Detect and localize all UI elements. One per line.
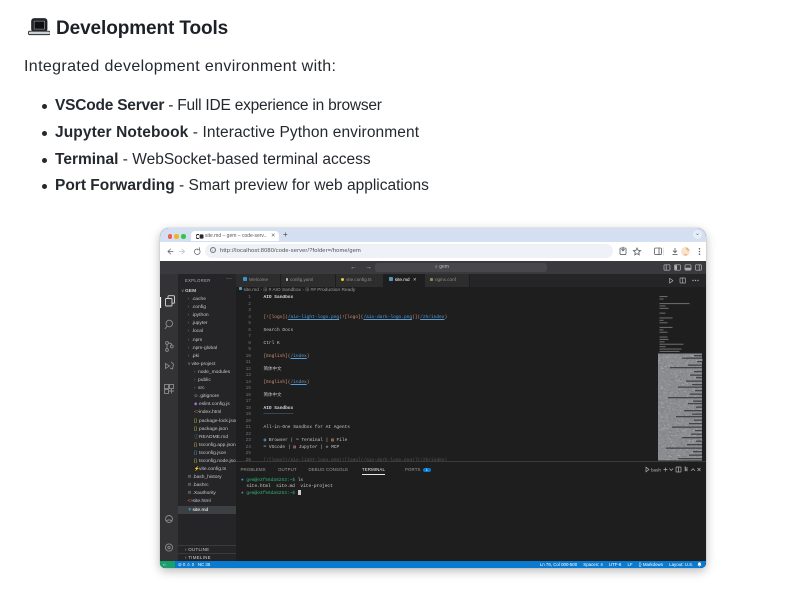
svg-text:bash: bash xyxy=(651,468,661,473)
